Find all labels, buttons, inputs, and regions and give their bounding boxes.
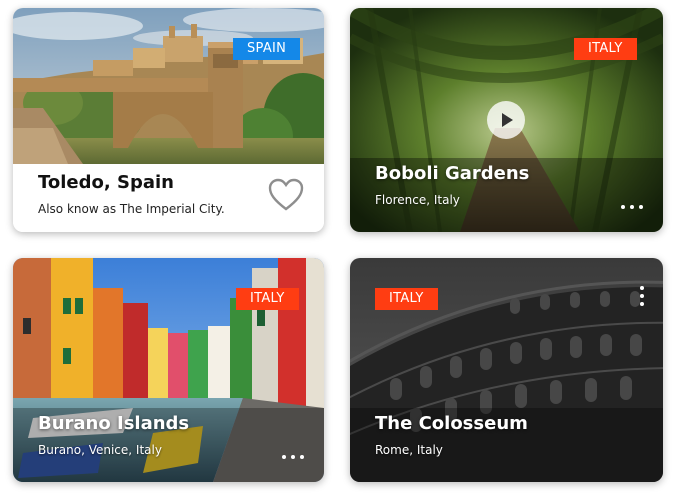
- card-title: Toledo, Spain: [38, 172, 174, 193]
- card-title: Burano Islands: [38, 413, 190, 434]
- play-icon[interactable]: [487, 101, 525, 139]
- card-subtitle: Burano, Venice, Italy: [38, 443, 162, 457]
- country-badge: ITALY: [236, 288, 299, 310]
- card-toledo[interactable]: SPAIN Toledo, Spain Also know as The Imp…: [13, 8, 324, 232]
- more-vertical-icon[interactable]: [639, 286, 645, 306]
- card-the-colosseum[interactable]: ITALY The Colosseum Rome, Italy: [350, 258, 663, 482]
- card-boboli-gardens[interactable]: ITALY Boboli Gardens Florence, Italy: [350, 8, 663, 232]
- country-badge: ITALY: [375, 288, 438, 310]
- heart-outline-icon[interactable]: [268, 178, 304, 212]
- card-subtitle: Also know as The Imperial City.: [38, 202, 225, 216]
- card-burano-islands[interactable]: ITALY Burano Islands Burano, Venice, Ita…: [13, 258, 324, 482]
- card-subtitle: Rome, Italy: [375, 443, 443, 457]
- country-badge: ITALY: [574, 38, 637, 60]
- card-title: The Colosseum: [375, 413, 528, 434]
- card-subtitle: Florence, Italy: [375, 193, 460, 207]
- more-horizontal-icon[interactable]: [282, 454, 304, 460]
- more-horizontal-icon[interactable]: [621, 204, 643, 210]
- country-badge: SPAIN: [233, 38, 301, 60]
- card-title: Boboli Gardens: [375, 163, 530, 184]
